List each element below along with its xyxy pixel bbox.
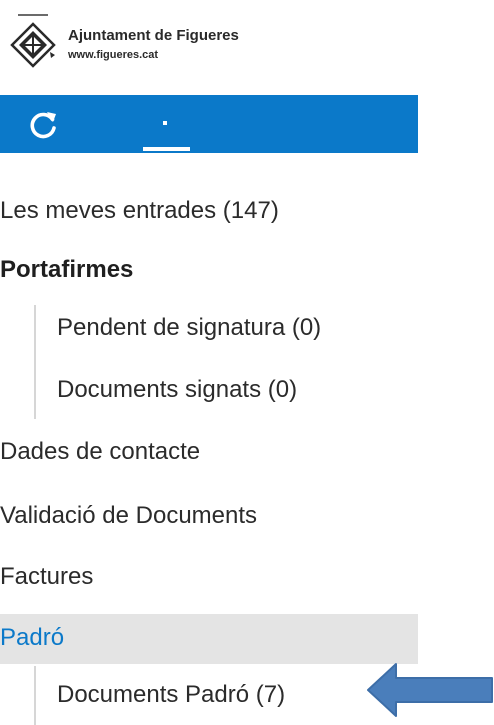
- menu-item-pending-signature[interactable]: Pendent de signatura (0): [57, 312, 321, 344]
- header-divider: [18, 14, 48, 16]
- organization-name: Ajuntament de Figueres: [68, 27, 239, 44]
- active-tab-indicator: [143, 147, 190, 151]
- organization-url[interactable]: www.figueres.cat: [68, 49, 158, 61]
- menu-item-contact-data[interactable]: Dades de contacte: [0, 436, 200, 468]
- menu-item-my-entries[interactable]: Les meves entrades (147): [0, 195, 279, 227]
- left-arrow-icon: [367, 663, 493, 717]
- toolbar-tab-marker: [163, 121, 167, 125]
- menu-item-document-validation[interactable]: Validació de Documents: [0, 500, 257, 532]
- menu-section-portafirmes: Portafirmes: [0, 256, 134, 283]
- menu-section-padro[interactable]: Padró: [0, 622, 64, 654]
- figueres-crest-icon: [10, 22, 56, 68]
- menu-item-padro-documents[interactable]: Documents Padró (7): [57, 679, 285, 711]
- top-toolbar: [0, 95, 418, 153]
- submenu-rule-padro: [34, 666, 36, 725]
- menu-item-invoices[interactable]: Factures: [0, 561, 93, 593]
- submenu-rule-portafirmes: [34, 305, 36, 419]
- menu-item-signed-documents[interactable]: Documents signats (0): [57, 374, 297, 406]
- refresh-icon[interactable]: [26, 107, 60, 141]
